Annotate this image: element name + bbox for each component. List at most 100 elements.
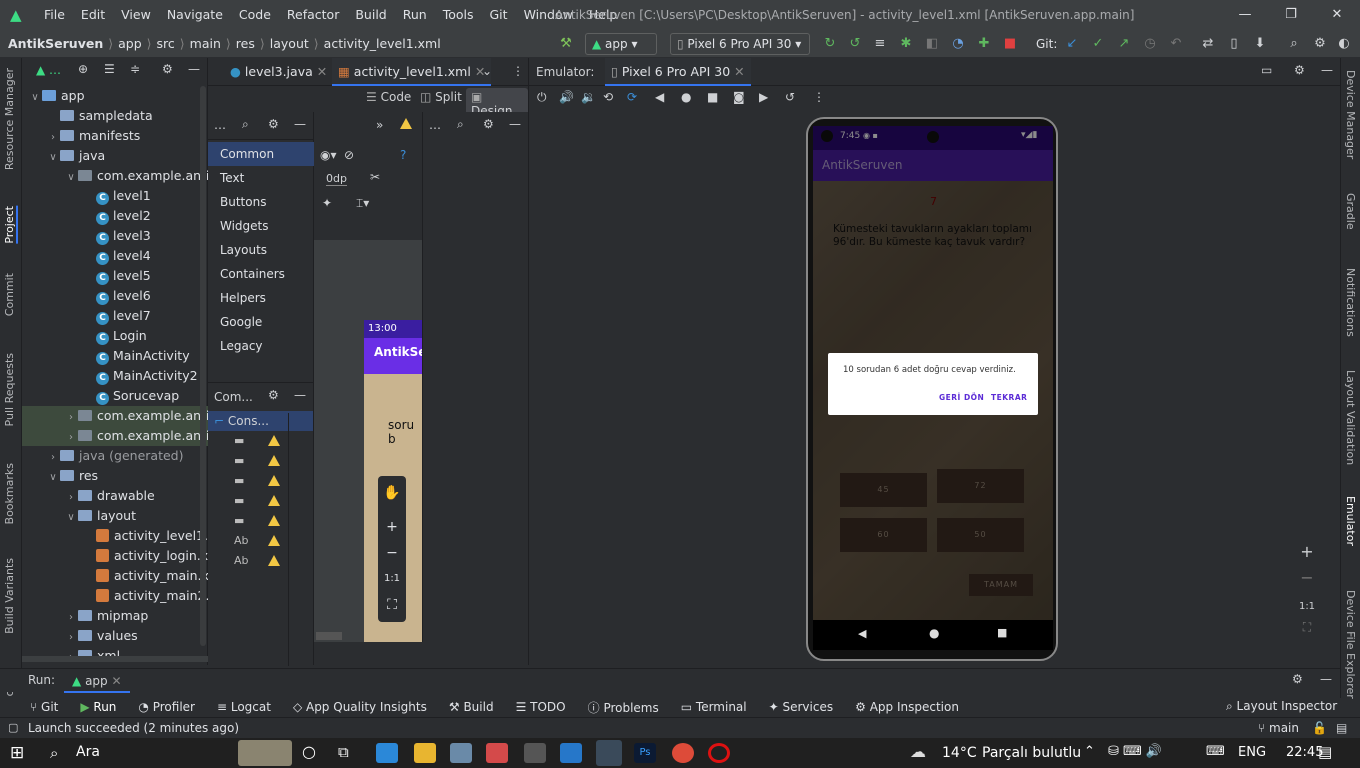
volume-up-icon[interactable]: 🔊 [559,90,574,104]
phone-back-icon[interactable]: ◀ [858,627,866,640]
tree-chevron-icon[interactable]: › [64,408,78,426]
memory-icon[interactable]: ▤ [1336,721,1347,735]
tab-emulator-device[interactable]: ▯ Pixel 6 Pro API 30 ✕ [605,58,751,86]
palette-collapse[interactable]: … [214,118,226,132]
breadcrumb-item[interactable]: src [157,30,175,58]
tree-item[interactable]: Clevel6 [22,286,208,306]
git-commit-icon[interactable]: ✓ [1088,34,1108,54]
tree-chevron-icon[interactable]: › [64,488,78,506]
hide-panel-icon[interactable]: — [188,62,200,76]
vertical-scrollbar[interactable] [200,86,206,646]
palette-category-widgets[interactable]: Widgets [208,214,314,238]
warning-icon[interactable] [268,495,280,506]
opera-icon[interactable] [708,743,730,763]
notifications-tab[interactable]: Notifications [1344,268,1357,337]
panel-settings-icon[interactable]: ⚙ [162,62,173,76]
tree-item[interactable]: Clevel3 [22,226,208,246]
layout-inspector-tab[interactable]: ⌕ Layout Inspector [1226,699,1337,714]
tree-item[interactable]: ∨ com.example.antiks [22,166,208,186]
breadcrumb-item[interactable]: activity_level1.xml [324,30,441,58]
taskbar-search-icon[interactable]: ⌕ [50,744,58,762]
menu-navigate[interactable]: Navigate [159,0,231,30]
run-hide-icon[interactable]: — [1320,672,1332,686]
menu-refactor[interactable]: Refactor [279,0,347,30]
menu-view[interactable]: View [113,0,159,30]
tree-item[interactable]: ∨ app [22,86,208,106]
palette-category-buttons[interactable]: Buttons [208,190,314,214]
status-window-icon[interactable]: ▢ [8,721,18,734]
device-file-explorer-tab[interactable]: Device File Explorer [1344,590,1357,699]
breadcrumb-item[interactable]: layout [270,30,309,58]
emulator-more-icon[interactable]: ⋮ [813,90,825,104]
tab-level3-java[interactable]: ● level3.java ✕ [224,58,333,86]
cortana-icon[interactable]: ○ [302,742,316,761]
tree-chevron-icon[interactable]: › [46,128,60,146]
attach-debugger-icon[interactable]: ◧ [922,34,942,54]
tree-chevron-icon[interactable]: ∨ [46,148,60,166]
tree-chevron-icon[interactable]: › [46,448,60,466]
warning-icon[interactable] [268,475,280,486]
menu-run[interactable]: Run [395,0,435,30]
search-icon[interactable]: ⌕ [1284,34,1304,54]
tree-item[interactable]: activity_main2.xr [22,586,208,606]
palette-search-icon[interactable]: ⌕ [242,117,249,132]
tree-chevron-icon[interactable]: › [64,428,78,446]
rotate-left-icon[interactable]: ⟲ [603,90,613,104]
mail-app-icon[interactable] [376,743,398,763]
attributes-search-icon[interactable]: ⌕ [457,117,464,132]
commit-tab[interactable]: Commit [3,273,16,316]
tool-window-problems[interactable]: ⓘ Problems [588,699,659,716]
palette-hide-icon[interactable]: — [294,117,306,131]
weather-desc[interactable]: Parçalı bulutlu [982,745,1081,761]
device-mirror-icon[interactable]: ⇄ [1198,34,1218,54]
warning-icon[interactable] [400,118,412,132]
photos-icon[interactable] [450,743,472,763]
tree-chevron-icon[interactable]: › [64,608,78,626]
breadcrumb-item[interactable]: res [236,30,255,58]
android-view-icon[interactable]: ▲ … [36,63,61,77]
emulator-hide-icon[interactable]: — [1321,63,1333,77]
apply-code-changes-icon[interactable]: ↺ [845,34,865,54]
tool-window-build[interactable]: ⚒ Build [449,700,494,714]
zoom-1to1-button[interactable]: 1:1 [378,566,406,592]
help-icon[interactable]: ? [400,148,406,162]
profile-icon[interactable]: ◔ [948,34,968,54]
zoom-fit-icon[interactable]: ⛶ [378,592,406,618]
locate-icon[interactable]: ⊕ [78,62,88,76]
settings-icon[interactable]: ⚙ [1310,34,1330,54]
tree-item[interactable]: ∨ java [22,146,208,166]
chrome-icon[interactable] [672,743,694,763]
tree-item[interactable]: Clevel5 [22,266,208,286]
attributes-settings-icon[interactable]: ⚙ [483,117,494,131]
tree-item[interactable]: C Login [22,326,208,346]
tree-chevron-icon[interactable]: ∨ [64,508,78,526]
tool-window-git[interactable]: ⑂ Git [30,700,58,714]
run-config-tab[interactable]: ▲ app ✕ [64,669,130,693]
tool-window-app-inspection[interactable]: ⚙ App Inspection [855,700,959,714]
palette-category-layouts[interactable]: Layouts [208,238,314,262]
mode-code[interactable]: ☰ Code [366,90,411,104]
back-icon[interactable]: ◀ [655,90,664,104]
tree-item[interactable]: Clevel4 [22,246,208,266]
device-select[interactable]: ▯ Pixel 6 Pro API 30 ▾ [670,33,810,55]
phone-overview-icon[interactable]: ■ [997,626,1007,639]
menu-file[interactable]: File [36,0,73,30]
palette-category-legacy[interactable]: Legacy [208,334,314,358]
warning-icon[interactable] [268,515,280,526]
debug-icon[interactable]: ✱ [896,34,916,54]
zoom-in-icon[interactable]: + [378,514,406,540]
apply-changes-icon[interactable]: ↻ [820,34,840,54]
airplane-app-icon[interactable] [524,743,546,763]
tool-window-todo[interactable]: ☰ TODO [516,700,566,714]
git-history-icon[interactable]: ◷ [1140,34,1160,54]
tree-item[interactable]: activity_login.xm [22,546,208,566]
palette-category-helpers[interactable]: Helpers [208,286,314,310]
snapshot-icon[interactable]: ↺ [785,90,795,104]
canvas-scrollbar[interactable] [316,632,342,640]
tray-chevron-icon[interactable]: ⌃ [1084,744,1095,759]
photoshop-icon[interactable]: Ps [634,743,656,763]
git-rollback-icon[interactable]: ↶ [1166,34,1186,54]
clear-constraints-icon[interactable]: ✂ [370,170,380,184]
minimize-button[interactable]: — [1222,0,1268,30]
menu-edit[interactable]: Edit [73,0,113,30]
